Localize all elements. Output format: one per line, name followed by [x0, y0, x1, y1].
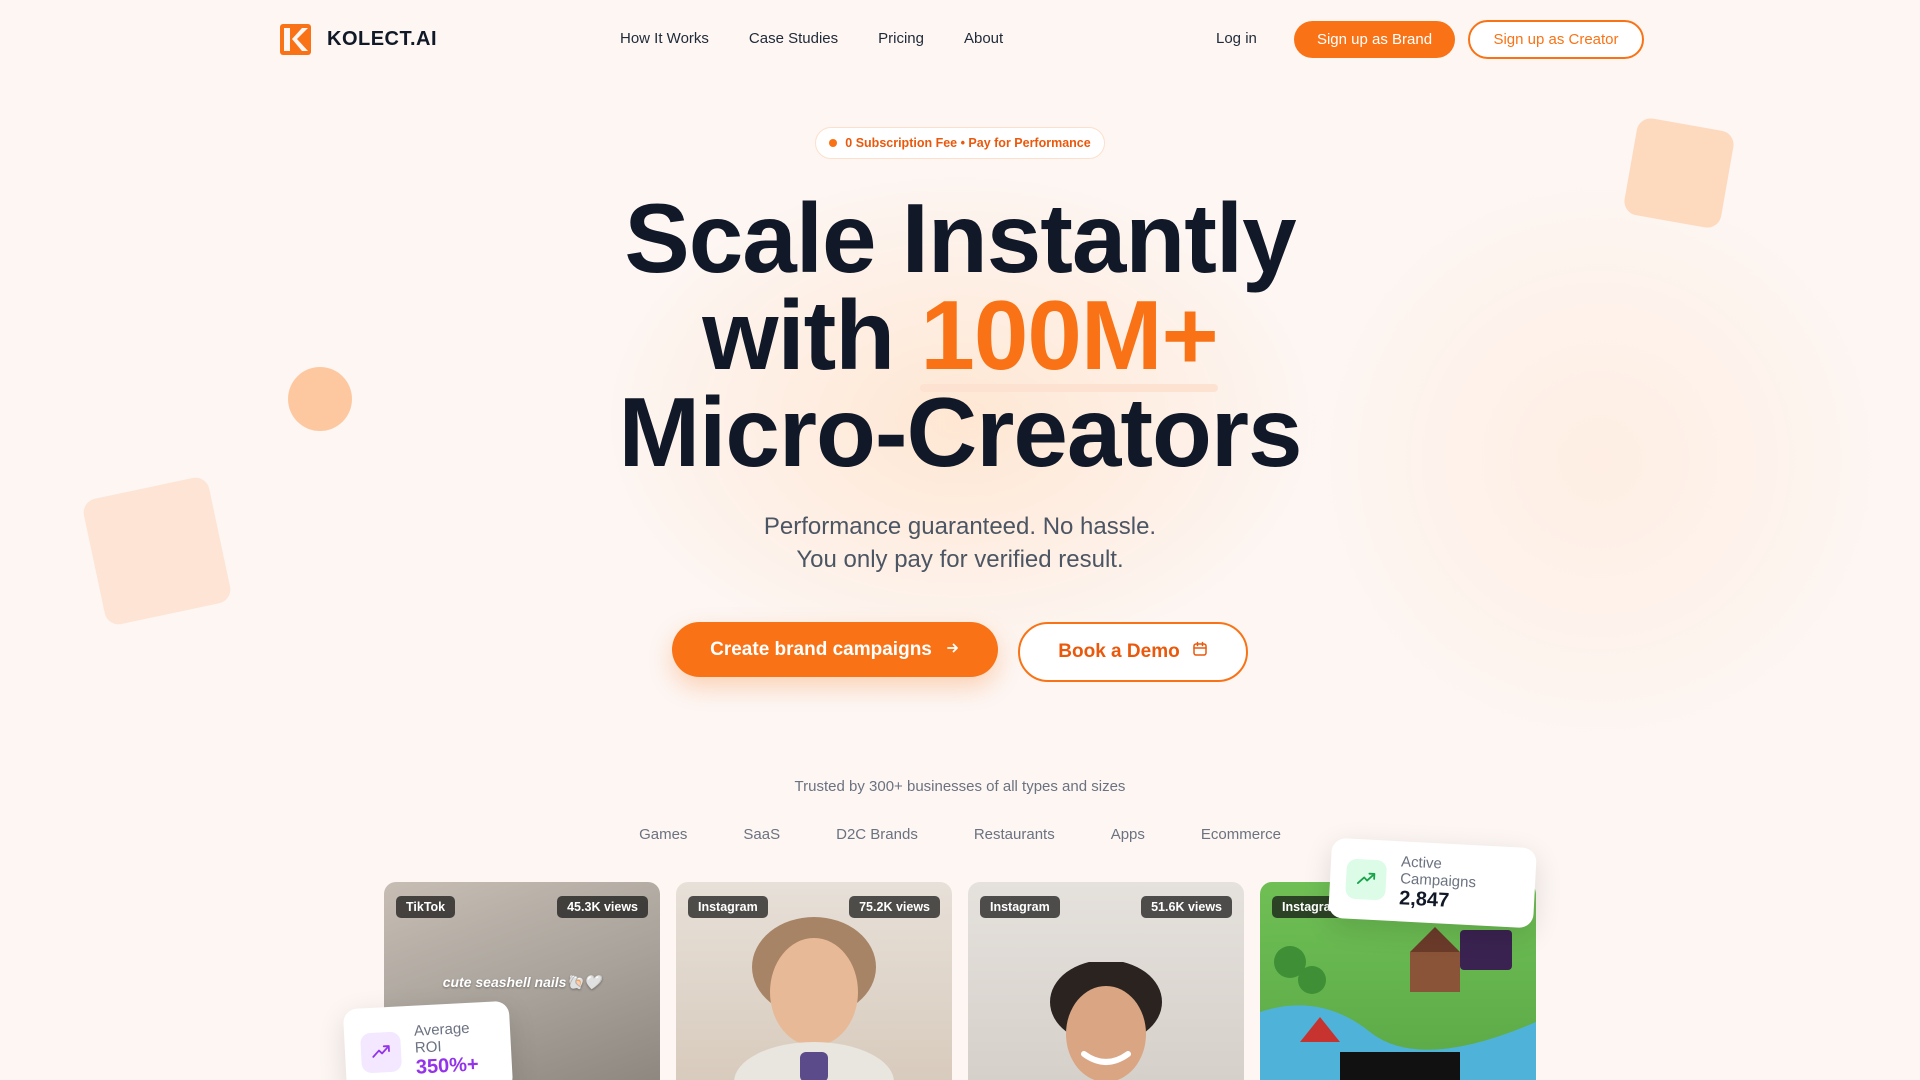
- calendar-icon: [1192, 641, 1208, 663]
- headline-line-2: with 100M+: [460, 280, 1460, 392]
- create-campaigns-button[interactable]: Create brand campaigns: [672, 622, 998, 677]
- nav-about[interactable]: About: [964, 30, 1003, 47]
- hero-headline: Scale Instantly with 100M+ Micro-Creator…: [460, 183, 1460, 487]
- active-campaigns-label: Active Campaigns: [1399, 852, 1477, 891]
- trusted-text: Trusted by 300+ businesses of all types …: [794, 778, 1126, 795]
- category-list: Games SaaS D2C Brands Restaurants Apps E…: [560, 826, 1360, 843]
- signup-brand-button[interactable]: Sign up as Brand: [1294, 21, 1455, 58]
- creator-video-card[interactable]: Instagram 75.2K views: [676, 882, 952, 1080]
- category-item: Apps: [1110, 826, 1145, 843]
- video-caption: cute seashell nails🐚🤍: [442, 974, 602, 990]
- average-roi-card: Average ROI 350%+: [342, 1000, 514, 1080]
- trending-up-icon: [1345, 858, 1388, 901]
- subtitle-line-1: Performance guaranteed. No hassle.: [763, 513, 1157, 540]
- logo[interactable]: KOLECT.AI: [280, 24, 437, 55]
- login-link[interactable]: Log in: [1216, 30, 1257, 47]
- hero-subtitle: Performance guaranteed. No hassle. You o…: [560, 510, 1360, 576]
- category-item: Ecommerce: [1200, 826, 1281, 843]
- platform-tag: TikTok: [396, 896, 456, 918]
- trending-up-icon: [360, 1031, 403, 1074]
- decorative-square: [1622, 116, 1736, 230]
- pricing-badge-text: 0 Subscription Fee • Pay for Performance: [845, 136, 1091, 150]
- book-demo-label: Book a Demo: [1058, 641, 1180, 662]
- category-item: Games: [639, 826, 688, 843]
- arrow-right-icon: [946, 639, 960, 661]
- views-tag: 45.3K views: [557, 896, 648, 918]
- subtitle-line-2: You only pay for verified result.: [796, 546, 1124, 573]
- nav-pricing[interactable]: Pricing: [878, 30, 924, 47]
- creator-portrait: [1050, 962, 1162, 1080]
- platform-tag: Instagram: [980, 896, 1060, 918]
- roi-value: 350%+: [415, 1052, 480, 1079]
- decorative-square: [81, 475, 233, 627]
- headline-line-3: Micro-Creators: [618, 377, 1302, 487]
- top-nav: KOLECT.AI How It Works Case Studies Pric…: [0, 0, 1920, 80]
- nav-how-it-works[interactable]: How It Works: [620, 30, 709, 47]
- headline-accent: 100M+: [920, 280, 1219, 392]
- creator-video-card[interactable]: Instagram 51.6K views: [968, 882, 1244, 1080]
- dot-icon: [829, 139, 838, 147]
- book-demo-button[interactable]: Book a Demo: [1018, 622, 1248, 682]
- active-campaigns-value: 2,847: [1398, 886, 1450, 912]
- category-item: D2C Brands: [836, 826, 918, 843]
- logo-k-icon: [280, 24, 311, 55]
- pricing-badge: 0 Subscription Fee • Pay for Performance: [815, 127, 1105, 159]
- category-item: Restaurants: [973, 826, 1055, 843]
- decorative-circle: [288, 367, 352, 431]
- signup-creator-button[interactable]: Sign up as Creator: [1468, 20, 1644, 59]
- roi-label: Average ROI: [413, 1019, 470, 1057]
- category-item: SaaS: [743, 826, 781, 843]
- game-scene: [1260, 927, 1536, 1080]
- logo-text: KOLECT.AI: [327, 28, 438, 50]
- headline-line-1: Scale Instantly: [624, 183, 1296, 293]
- headline-prefix: with: [702, 280, 921, 390]
- nav-links: How It Works Case Studies Pricing About: [620, 30, 1003, 47]
- create-campaigns-label: Create brand campaigns: [710, 638, 932, 660]
- nav-case-studies[interactable]: Case Studies: [749, 30, 838, 47]
- views-tag: 51.6K views: [1141, 896, 1232, 918]
- active-campaigns-card: Active Campaigns 2,847: [1328, 837, 1537, 929]
- creator-portrait: [734, 917, 894, 1080]
